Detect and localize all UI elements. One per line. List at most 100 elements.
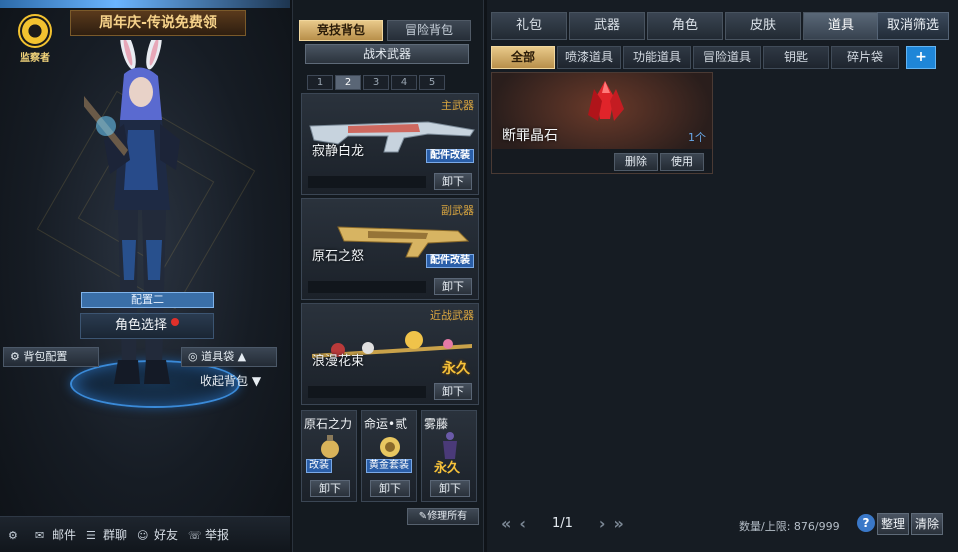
loadout-page-2[interactable]: 2 (335, 75, 361, 90)
delete-button[interactable]: 删除 (614, 153, 658, 171)
grenade-icon (321, 435, 339, 458)
item-count: 1个 (688, 131, 706, 144)
bag-tabs: 竞技背包 冒险背包 (299, 20, 475, 41)
add-folder-button[interactable]: + (906, 46, 936, 69)
mod-badge[interactable]: 改装 (306, 459, 332, 473)
armor-slot[interactable]: 命运•贰 黄金套装 卸下 (361, 410, 417, 502)
tab-adventure-bag[interactable]: 冒险背包 (387, 20, 471, 41)
grenade-slot[interactable]: 原石之力 改装 卸下 (301, 410, 357, 502)
weapon-name: 原石之怒 (312, 249, 365, 264)
inventory-item-card[interactable]: 断罪晶石 1个 删除 使用 (491, 72, 713, 174)
preset-label[interactable]: 配置二 (81, 292, 214, 308)
subtab-function[interactable]: 功能道具 (623, 46, 691, 69)
subtab-keys[interactable]: 钥匙 (763, 46, 829, 69)
bag-config-button[interactable]: ⚙ 背包配置 (3, 347, 99, 367)
social-toolbar: ⚙ ✉ 邮件 ☰ 群聊 ☺ 好友 ☏ 举报 (0, 516, 290, 552)
permanent-badge: 永久 (434, 461, 461, 476)
loadout-page-4[interactable]: 4 (391, 75, 417, 90)
caret-up-icon: ▲ (237, 350, 247, 363)
last-page-icon[interactable]: » (613, 514, 623, 533)
weapon-set-title[interactable]: 战术武器 (305, 44, 469, 64)
item-name: 雾藤 (424, 417, 449, 431)
notification-dot-icon (171, 318, 179, 326)
tab-weapons[interactable]: 武器 (569, 12, 645, 40)
loadout-page-5[interactable]: 5 (419, 75, 445, 90)
mod-badge[interactable]: 配件改装 (426, 149, 474, 163)
bag-config-label: 背包配置 (23, 350, 68, 363)
unequip-button[interactable]: 卸下 (430, 480, 470, 497)
repair-all-button[interactable]: ✎修理所有 (407, 508, 479, 525)
accessory-slot[interactable]: 雾藤 永久 卸下 (421, 410, 477, 502)
mod-badge[interactable]: 配件改装 (426, 254, 474, 268)
top-progress-strip (0, 0, 290, 8)
friends-icon: ☺ (137, 528, 149, 542)
role-select-label: 角色选择 (114, 318, 167, 333)
gold-suit-icon (380, 437, 400, 457)
category-tabs: 礼包 武器 角色 皮肤 道具 (491, 12, 881, 40)
next-page-icon[interactable]: › (599, 514, 606, 533)
watcher-logo[interactable]: 监察者 (12, 14, 58, 64)
item-name: 命运•贰 (364, 417, 408, 431)
primary-weapon-slot[interactable]: 主武器 寂静白龙 配件改装 卸下 (301, 93, 479, 195)
clear-button[interactable]: 清除 (911, 513, 943, 535)
unequip-button[interactable]: 卸下 (370, 480, 410, 497)
item-bag-button[interactable]: ◎ 道具袋 ▲ (181, 347, 277, 367)
tab-competitive-bag[interactable]: 竞技背包 (299, 20, 383, 41)
report-button[interactable]: ☏ 举报 (188, 526, 229, 543)
friends-button[interactable]: ☺ 好友 (137, 526, 178, 543)
mail-label: 邮件 (52, 528, 77, 542)
subcategory-tabs: 全部 喷漆道具 功能道具 冒险道具 钥匙 碎片袋 (491, 46, 901, 69)
chat-icon: ☰ (86, 528, 96, 542)
slot-category-label: 主武器 (441, 99, 474, 112)
slot-category-label: 近战武器 (430, 309, 474, 322)
unequip-button[interactable]: 卸下 (434, 173, 472, 190)
subtab-adventure[interactable]: 冒险道具 (693, 46, 761, 69)
unequip-button[interactable]: 卸下 (434, 278, 472, 295)
first-page-icon[interactable]: « (501, 514, 511, 533)
unequip-button[interactable]: 卸下 (310, 480, 350, 497)
anniversary-promo-banner[interactable]: 周年庆-传说免费领 (70, 10, 246, 36)
loadout-page-3[interactable]: 3 (363, 75, 389, 90)
help-icon[interactable]: ? (857, 514, 875, 532)
secondary-weapon-slot[interactable]: 副武器 原石之怒 配件改装 卸下 (301, 198, 479, 300)
tab-gift-packs[interactable]: 礼包 (491, 12, 567, 40)
mail-button[interactable]: ✉ 邮件 (35, 526, 76, 543)
durability-bar (308, 176, 426, 188)
weapon-name: 寂静白龙 (312, 144, 365, 159)
unequip-button[interactable]: 卸下 (434, 383, 472, 400)
subtab-all[interactable]: 全部 (491, 46, 555, 69)
item-bag-label: 道具袋 (201, 350, 235, 363)
sort-button[interactable]: 整理 (877, 513, 909, 535)
role-select-button[interactable]: 角色选择 (80, 313, 214, 339)
page-indicator: 1/1 (551, 516, 573, 531)
coins-icon: ◎ (188, 350, 198, 363)
weapon-name: 浪漫花束 (312, 354, 365, 369)
friends-label: 好友 (154, 528, 179, 542)
tab-characters[interactable]: 角色 (647, 12, 723, 40)
repair-all-label: 修理所有 (427, 511, 468, 522)
melee-weapon-slot[interactable]: 近战武器 浪漫花束 永久 卸下 (301, 303, 479, 405)
group-chat-label: 群聊 (103, 528, 128, 542)
item-name: 原石之力 (304, 417, 353, 431)
subtab-spray[interactable]: 喷漆道具 (557, 46, 621, 69)
subtab-fragment-bags[interactable]: 碎片袋 (831, 46, 899, 69)
fold-bag-toggle[interactable]: 收起背包 ▼ (200, 372, 261, 389)
mail-icon: ✉ (35, 528, 45, 542)
caret-down-icon: ▼ (251, 374, 262, 388)
loadout-page-1[interactable]: 1 (307, 75, 333, 90)
loadout-panel: 竞技背包 冒险背包 战术武器 1 2 3 4 5 主武器 寂静白龙 配件改装 卸… (292, 0, 484, 552)
cancel-filter-button[interactable]: 取消筛选 (877, 12, 949, 40)
tab-props[interactable]: 道具 (803, 12, 879, 40)
prev-page-icon[interactable]: ‹ (519, 514, 526, 533)
character-panel: 监察者 周年庆-传说免费领 配置二 角色选择 ⚙ 背包配置 ◎ 道具袋 ▲ 收起… (0, 0, 290, 552)
inventory-panel: 礼包 武器 角色 皮肤 道具 取消筛选 全部 喷漆道具 功能道具 冒险道具 钥匙… (487, 0, 958, 552)
gold-set-badge: 黄金套装 (366, 459, 412, 473)
wrench-icon: ✎ (418, 511, 428, 522)
group-chat-button[interactable]: ☰ 群聊 (86, 526, 127, 543)
tab-skins[interactable]: 皮肤 (725, 12, 801, 40)
use-button[interactable]: 使用 (660, 153, 704, 171)
red-crystal-icon (588, 81, 624, 121)
durability-bar (308, 281, 426, 293)
watcher-logo-icon (18, 14, 52, 48)
settings-button[interactable]: ⚙ (8, 529, 25, 542)
